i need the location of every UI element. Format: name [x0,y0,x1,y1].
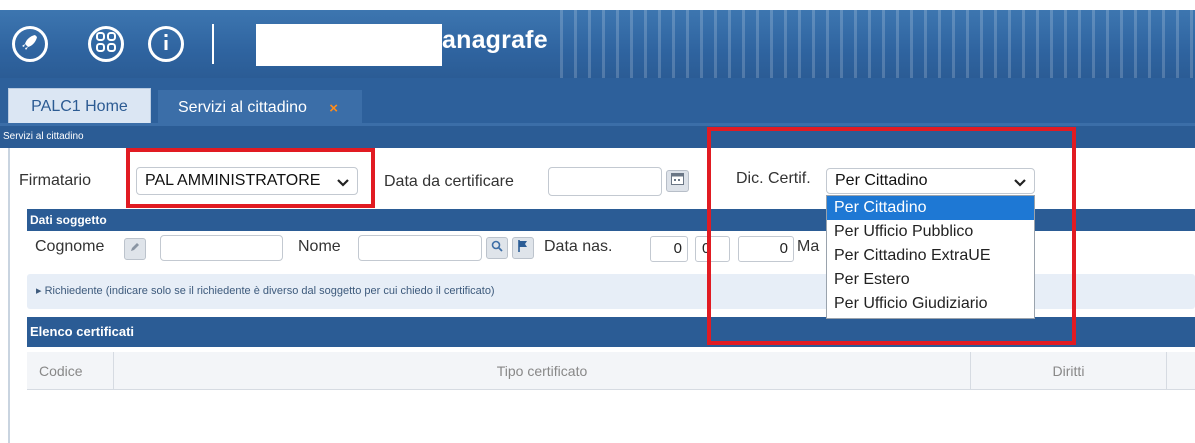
edit-cognome-button[interactable] [124,238,146,260]
redacted-area [256,24,442,66]
tab-servizi-al-cittadino[interactable]: Servizi al cittadino × [158,88,362,125]
close-icon[interactable]: × [329,100,338,117]
firmatario-label: Firmatario [19,172,92,189]
calendar-button[interactable] [666,170,689,192]
certificati-table-header: Codice Tipo certificato Diritti [27,352,1195,390]
top-strip [0,0,1195,10]
highlight-box-firmatario [126,148,375,208]
calendar-icon [671,172,684,190]
flag-button[interactable] [512,237,534,259]
app-title: anagrafe [442,26,548,54]
tab-bar: PALC1 Home Servizi al cittadino × [0,78,1195,125]
cognome-input[interactable] [160,235,283,261]
data-certificare-input[interactable] [548,167,662,196]
data-nas-label: Data nas. [544,238,613,255]
highlight-box-dic-certif [707,127,1076,345]
cognome-label: Cognome [35,238,105,255]
app-header: anagrafe [0,10,1195,78]
panel-border [8,148,10,443]
tab-label: Servizi al cittadino [178,98,307,116]
column-diritti[interactable]: Diritti [971,352,1167,390]
birth-day-input[interactable]: 0 [650,236,688,262]
search-icon [491,239,503,257]
search-button[interactable] [486,237,508,259]
data-certificare-label: Data da certificare [384,173,514,190]
tab-palc1-home[interactable]: PALC1 Home [8,88,151,125]
info-button[interactable] [148,26,184,62]
tab-label: PALC1 Home [31,98,128,115]
column-codice[interactable]: Codice [27,352,114,390]
header-separator [212,24,214,64]
column-tipo-certificato[interactable]: Tipo certificato [114,352,971,390]
edit-icon [129,240,141,258]
info-icon [162,32,170,57]
header-pattern [560,10,1195,78]
rocket-icon [20,32,40,57]
rocket-button[interactable] [12,26,48,62]
apps-button[interactable] [88,26,124,62]
apps-grid-icon [95,31,117,58]
nome-label: Nome [298,238,341,255]
nome-input[interactable] [358,235,482,261]
flag-icon [518,239,528,257]
